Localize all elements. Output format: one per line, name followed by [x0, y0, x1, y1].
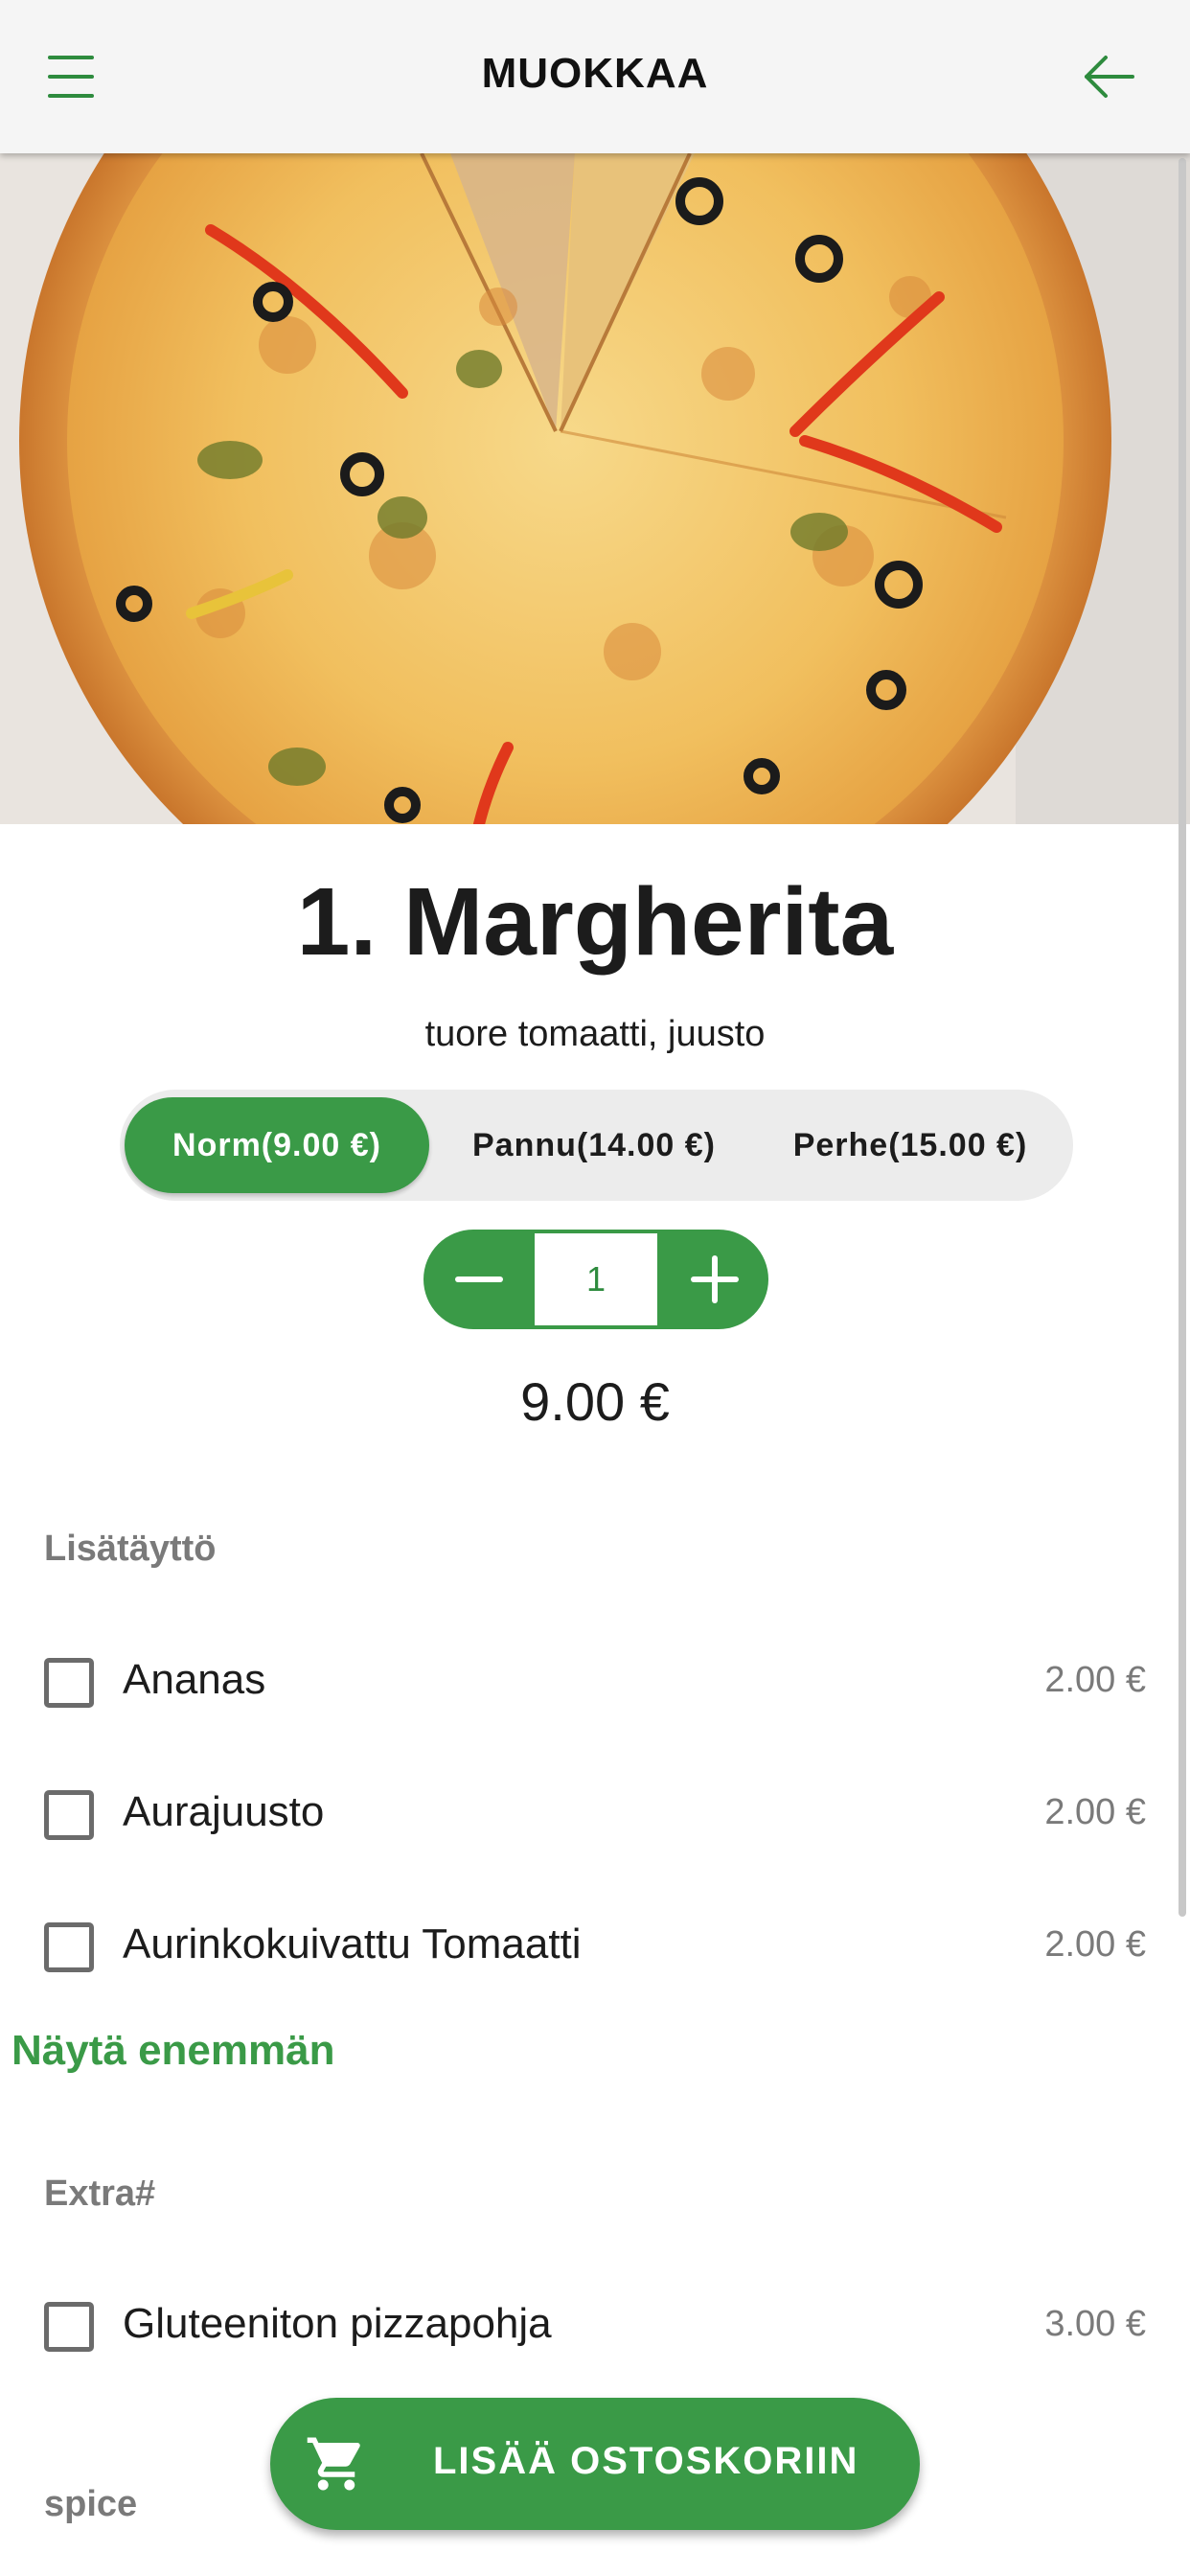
section-title-spice: spice	[44, 2484, 138, 2524]
option-row-aurajuusto[interactable]: Aurajuusto 2.00 €	[44, 1781, 1146, 1848]
quantity-stepper: 1	[423, 1230, 768, 1329]
option-price: 2.00 €	[1044, 1792, 1146, 1832]
size-option-norm[interactable]: Norm(9.00 €)	[125, 1097, 429, 1193]
total-price: 9.00 €	[520, 1371, 670, 1432]
option-label: Ananas	[123, 1656, 266, 1703]
product-image	[0, 153, 1190, 824]
minus-icon	[455, 1276, 503, 1282]
page-title: MUOKKAA	[481, 50, 709, 97]
size-option-pannu[interactable]: Pannu(14.00 €)	[441, 1097, 747, 1193]
quantity-value[interactable]: 1	[535, 1233, 657, 1325]
option-label: Aurinkokuivattu Tomaatti	[123, 1920, 582, 1967]
option-row-gluteeniton-pizzapohja[interactable]: Gluteeniton pizzapohja 3.00 €	[44, 2292, 1146, 2359]
option-checkbox[interactable]	[44, 2302, 94, 2352]
plus-icon	[691, 1255, 739, 1303]
size-selector: Norm(9.00 €) Pannu(14.00 €) Perhe(15.00 …	[120, 1090, 1073, 1201]
section-title-extra: Extra#	[44, 2174, 156, 2214]
size-option-perhe[interactable]: Perhe(15.00 €)	[757, 1097, 1064, 1193]
add-to-cart-button[interactable]: LISÄÄ OSTOSKORIIN	[270, 2398, 920, 2530]
arrow-left-icon[interactable]	[1081, 50, 1138, 107]
app-bar: MUOKKAA	[0, 0, 1190, 153]
product-name: 1. Margherita	[296, 868, 894, 976]
option-checkbox[interactable]	[44, 1790, 94, 1840]
option-label: Gluteeniton pizzapohja	[123, 2300, 552, 2347]
show-more-link[interactable]: Näytä enemmän	[11, 2027, 334, 2075]
add-to-cart-label: LISÄÄ OSTOSKORIIN	[433, 2440, 859, 2482]
option-checkbox[interactable]	[44, 1658, 94, 1708]
section-title-lisatayt: Lisätäyttö	[44, 1529, 217, 1569]
shopping-cart-icon	[307, 2437, 360, 2491]
product-description: tuore tomaatti, juusto	[424, 1014, 766, 1054]
option-price: 3.00 €	[1044, 2304, 1146, 2344]
option-price: 2.00 €	[1044, 1660, 1146, 1700]
option-row-aurinkokuivattu-tomaatti[interactable]: Aurinkokuivattu Tomaatti 2.00 €	[44, 1913, 1146, 1980]
decrease-quantity-button[interactable]	[423, 1230, 531, 1329]
option-price: 2.00 €	[1044, 1924, 1146, 1965]
option-row-ananas[interactable]: Ananas 2.00 €	[44, 1648, 1146, 1715]
option-checkbox[interactable]	[44, 1922, 94, 1972]
option-label: Aurajuusto	[123, 1788, 325, 1835]
increase-quantity-button[interactable]	[661, 1230, 768, 1329]
